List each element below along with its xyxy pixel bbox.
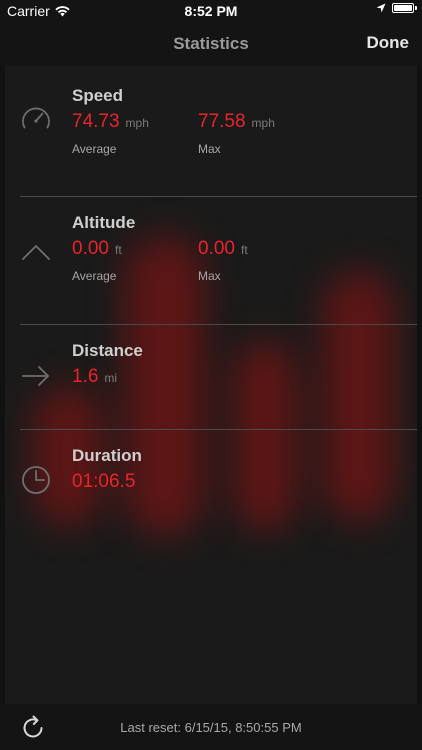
altitude-average-label: Average <box>72 269 117 283</box>
status-bar: Carrier 8:52 PM <box>0 0 422 22</box>
speed-average-label: Average <box>72 142 117 156</box>
duration-value: 01:06.5 <box>72 471 136 492</box>
speed-max-unit: mph <box>251 116 275 130</box>
duration-title: Duration <box>72 446 142 465</box>
speed-max-number: 77.58 <box>198 111 246 132</box>
status-time: 8:52 PM <box>184 3 238 19</box>
speed-title: Speed <box>72 86 124 105</box>
speed-average-unit: mph <box>125 116 149 130</box>
battery-tip <box>415 6 417 10</box>
altitude-max-value: 0.00 ft <box>198 238 248 260</box>
altitude-average-unit: ft <box>114 243 122 257</box>
distance-unit: mi <box>104 371 118 385</box>
clock-icon <box>22 466 50 494</box>
last-reset-label: Last reset: 6/15/15, 8:50:55 PM <box>120 720 302 735</box>
statistics-screen: Carrier 8:52 PM Statistics Done Speed 74… <box>0 0 422 750</box>
altitude-max-unit: ft <box>240 243 248 257</box>
done-button[interactable]: Done <box>367 33 410 53</box>
duration-section: Duration 01:06.5 <box>5 430 417 540</box>
speed-max-value: 77.58 mph <box>198 111 275 133</box>
altitude-average-number: 0.00 <box>72 238 109 259</box>
altitude-max-label: Max <box>198 269 221 283</box>
speed-average-value: 74.73 mph <box>72 111 149 133</box>
chevron-up-icon <box>22 245 50 260</box>
speedometer-icon <box>22 107 50 129</box>
battery-fill <box>394 5 412 11</box>
location-arrow-icon <box>376 3 386 13</box>
right-edge <box>417 66 422 704</box>
altitude-max-number: 0.00 <box>198 238 235 259</box>
navigation-bar: Statistics Done <box>0 22 422 66</box>
status-right <box>376 3 417 13</box>
speed-max-label: Max <box>198 142 221 156</box>
distance-section: Distance 1.6 mi <box>5 325 417 429</box>
altitude-title: Altitude <box>72 213 136 232</box>
statistics-panel: Speed 74.73 mph Average 77.58 mph Max Alti… <box>5 66 417 704</box>
speed-average-number: 74.73 <box>72 111 120 132</box>
arrow-right-icon <box>22 366 49 386</box>
page-title: Statistics <box>173 34 249 53</box>
distance-value: 1.6 mi <box>72 366 117 388</box>
distance-title: Distance <box>72 341 143 360</box>
battery-icon <box>392 3 417 13</box>
altitude-section: Altitude 0.00 ft Average 0.00 ft Max <box>5 197 417 324</box>
footer-toolbar: Last reset: 6/15/15, 8:50:55 PM <box>0 704 422 750</box>
distance-number: 1.6 <box>72 366 99 387</box>
speed-section: Speed 74.73 mph Average 77.58 mph Max <box>5 66 417 196</box>
altitude-average-value: 0.00 ft <box>72 238 122 260</box>
